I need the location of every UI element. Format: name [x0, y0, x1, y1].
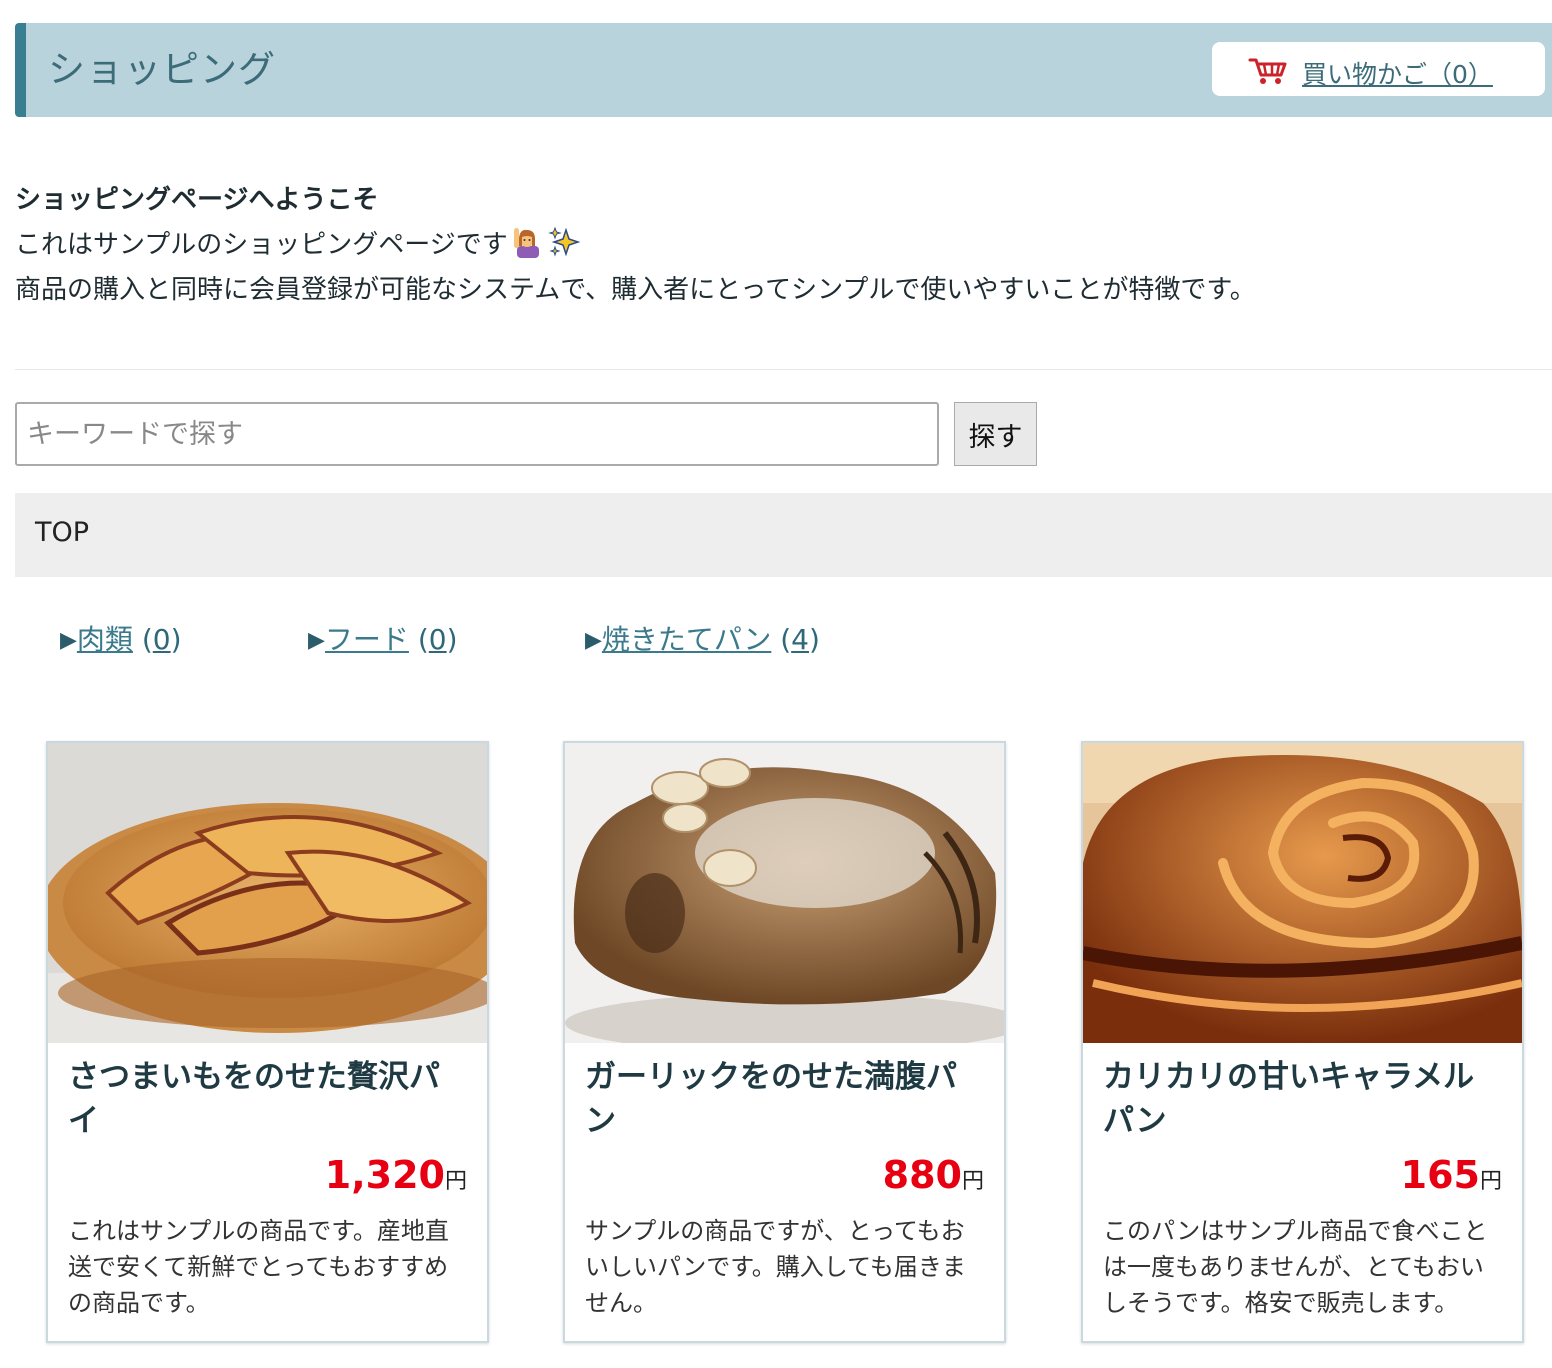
category-meat[interactable]: ▶肉類 (0) [60, 618, 182, 658]
product-description: このパンはサンプル商品で食べことは一度もありませんが、とてもおいしそうです。格安… [1103, 1217, 1488, 1317]
page-title: ショッピング [48, 48, 276, 91]
product-image[interactable] [1083, 743, 1522, 1043]
price-currency: 円 [961, 1169, 984, 1194]
category-link[interactable]: フード [325, 623, 409, 656]
product-name[interactable]: ガーリックをのせた満腹パン [585, 1055, 985, 1143]
cart-label[interactable]: 買い物かご（0） [1302, 55, 1493, 91]
category-count: (0) [141, 623, 182, 656]
price-amount: 880 [882, 1153, 962, 1197]
sparkles-icon [547, 226, 581, 258]
category-count: (0) [417, 623, 458, 656]
product-name[interactable]: さつまいもをのせた贅沢パイ [68, 1055, 468, 1143]
product-description: サンプルの商品ですが、とってもおいしいパンです。購入しても届きません。 [585, 1217, 966, 1317]
arrow-right-icon: ▶ [60, 628, 77, 653]
arrow-right-icon: ▶ [308, 628, 325, 653]
price-currency: 円 [444, 1169, 467, 1194]
person-raising-hand-icon [512, 226, 542, 258]
product-price: 880円 [883, 1153, 984, 1197]
breadcrumb: TOP [15, 493, 1552, 577]
product-description: これはサンプルの商品です。産地直送で安くて新鮮でとってもおすすめの商品です。 [68, 1217, 449, 1317]
welcome-line-2: 商品の購入と同時に会員登録が可能なシステムで、購入者にとってシンプルで使いやすい… [15, 275, 1256, 305]
product-image[interactable] [48, 743, 487, 1043]
category-link[interactable]: 焼きたてパン [602, 623, 771, 656]
price-amount: 1,320 [324, 1153, 445, 1197]
product-price: 165円 [1401, 1153, 1502, 1197]
category-count: (4) [780, 623, 820, 656]
product-card[interactable]: ガーリックをのせた満腹パン 880円 サンプルの商品ですが、とってもおいしいパン… [563, 741, 1006, 1343]
product-image[interactable] [565, 743, 1004, 1043]
category-bread[interactable]: ▶焼きたてパン (4) [585, 618, 820, 658]
welcome-section: ショッピングページへようこそ これはサンプルのショッピングページです 商品の購入… [15, 178, 1256, 313]
welcome-line-1: これはサンプルのショッピングページです [15, 223, 1256, 268]
site-header: ショッピング 買い物かご（0） [15, 23, 1552, 117]
product-price: 1,320円 [325, 1153, 467, 1197]
price-amount: 165 [1400, 1153, 1480, 1197]
arrow-right-icon: ▶ [585, 628, 602, 653]
search-button[interactable]: 探す [954, 402, 1037, 466]
category-food[interactable]: ▶フード (0) [308, 618, 458, 658]
category-link[interactable]: 肉類 [77, 623, 133, 656]
welcome-text-1: これはサンプルのショッピングページです [15, 230, 508, 260]
breadcrumb-top[interactable]: TOP [35, 517, 89, 548]
price-currency: 円 [1479, 1169, 1502, 1194]
product-card[interactable]: カリカリの甘いキャラメルパン 165円 このパンはサンプル商品で食べことは一度も… [1081, 741, 1524, 1343]
cart-button[interactable]: 買い物かご（0） [1212, 42, 1545, 96]
search-input[interactable] [15, 402, 939, 466]
product-card[interactable]: さつまいもをのせた贅沢パイ 1,320円 これはサンプルの商品です。産地直送で安… [46, 741, 489, 1343]
section-divider [15, 369, 1552, 370]
welcome-title: ショッピングページへようこそ [15, 185, 379, 215]
shopping-cart-icon [1248, 57, 1288, 85]
product-name[interactable]: カリカリの甘いキャラメルパン [1103, 1055, 1503, 1143]
